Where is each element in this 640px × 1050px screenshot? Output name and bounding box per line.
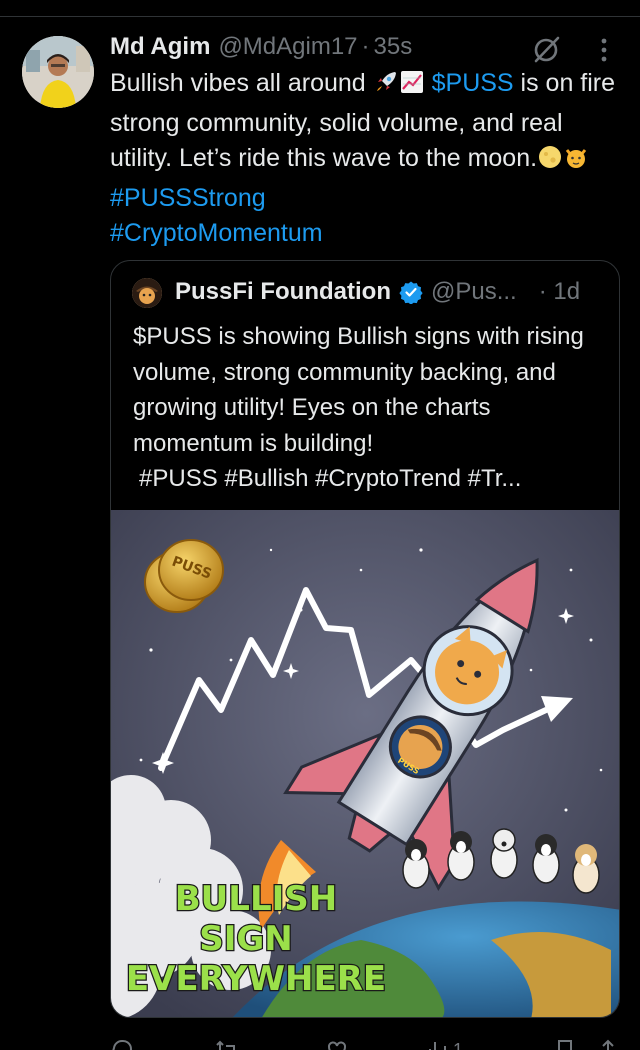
verified-icon bbox=[399, 280, 423, 305]
tweet-text-intro: Bullish vibes all around bbox=[110, 69, 366, 97]
share-icon[interactable] bbox=[596, 1038, 620, 1050]
views-button[interactable]: 1 bbox=[425, 1038, 463, 1050]
rocket-icon bbox=[373, 69, 399, 106]
quote-header: PussFi Foundation @Pus... · 1d bbox=[175, 275, 580, 309]
quote-text: $PUSS is showing Bullish signs with risi… bbox=[133, 319, 603, 497]
quote-author-name[interactable]: PussFi Foundation bbox=[175, 278, 391, 306]
quote-text-body: $PUSS is showing Bullish signs with risi… bbox=[133, 323, 584, 457]
views-icon bbox=[429, 1042, 446, 1050]
bookmark-icon[interactable] bbox=[553, 1038, 577, 1050]
cashtag-link[interactable]: $PUSS bbox=[432, 69, 514, 97]
caption-line-3: EVERYWHERE bbox=[126, 959, 386, 999]
quoted-tweet-card[interactable]: PussFi Foundation @Pus... · 1d $PUSS is … bbox=[110, 260, 620, 1018]
author-handle[interactable]: @MdAgim17 bbox=[218, 33, 357, 61]
separator-dot: · bbox=[361, 33, 370, 60]
caption-line-1: BULLISH bbox=[175, 879, 337, 919]
quote-timestamp-group: · 1d bbox=[539, 278, 580, 306]
tweet-header: Md Agim @MdAgim17 · 35s bbox=[110, 30, 412, 64]
divider-top bbox=[0, 16, 640, 17]
full-moon-icon bbox=[537, 144, 563, 181]
cat-face-icon bbox=[563, 144, 589, 181]
views-count: 1 bbox=[453, 1039, 464, 1050]
like-icon[interactable] bbox=[325, 1038, 349, 1050]
reply-icon[interactable] bbox=[110, 1038, 134, 1050]
more-icon[interactable] bbox=[594, 36, 614, 64]
tweet-timestamp[interactable]: 35s bbox=[374, 33, 413, 61]
retweet-icon[interactable] bbox=[215, 1038, 239, 1050]
quote-author-handle[interactable]: @Pus... bbox=[431, 278, 517, 306]
grok-icon[interactable] bbox=[531, 33, 563, 65]
hashtag-cryptomomentum[interactable]: #CryptoMomentum bbox=[110, 219, 323, 247]
quote-author-avatar[interactable] bbox=[132, 278, 162, 308]
chart-increasing-icon bbox=[399, 69, 425, 106]
action-bar: 1 bbox=[110, 1034, 620, 1050]
author-avatar[interactable] bbox=[22, 36, 94, 108]
quote-timestamp[interactable]: 1d bbox=[553, 278, 580, 305]
quote-hashtags[interactable]: #PUSS #Bullish #CryptoTrend #Tr... bbox=[133, 461, 603, 497]
separator-dot: · bbox=[538, 278, 547, 305]
tweet-text: Bullish vibes all around $PUSS is on fir… bbox=[110, 66, 620, 252]
caption-line-2: SIGN bbox=[199, 919, 293, 959]
quote-media-image[interactable]: PUSS PUSS BULLISH SIGN EVERYWHERE bbox=[111, 510, 619, 1017]
author-name[interactable]: Md Agim bbox=[110, 33, 210, 61]
hashtag-pussstrong[interactable]: #PUSSStrong bbox=[110, 184, 266, 212]
